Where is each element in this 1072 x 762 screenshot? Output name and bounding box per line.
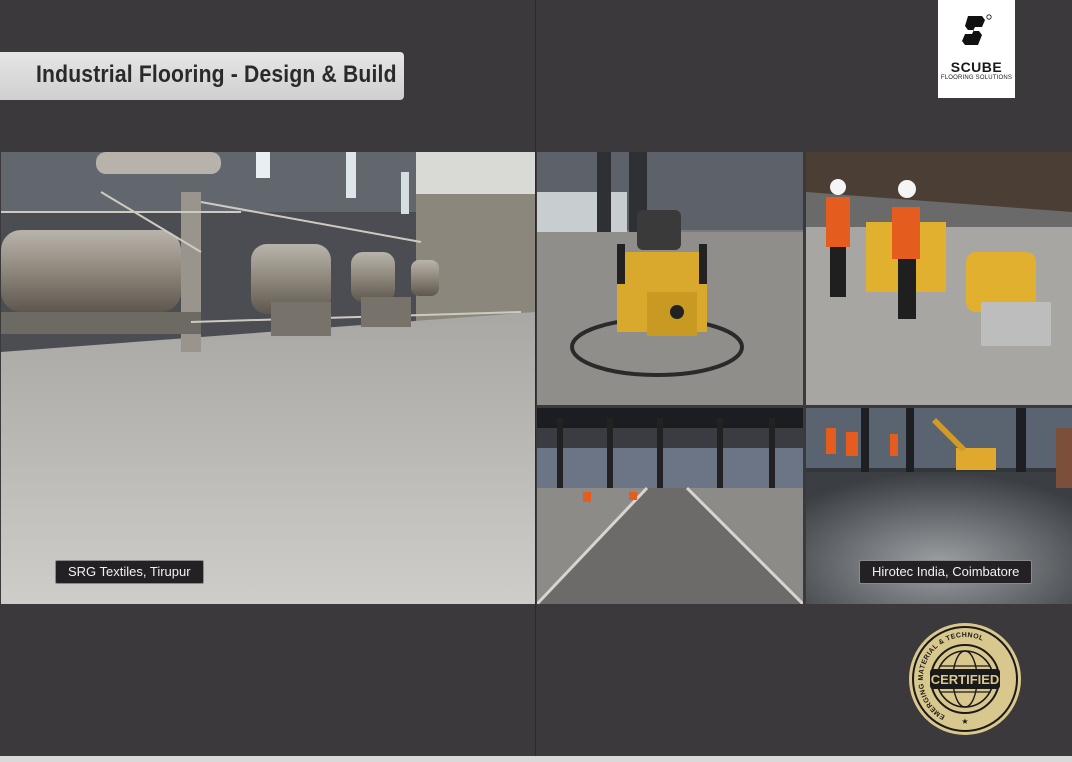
photo-polishing-floor: Hirotec India, Coimbatore bbox=[806, 408, 1072, 604]
logo-subtitle: FLOORING SOLUTIONS bbox=[940, 75, 1013, 81]
caption-srg-textiles: SRG Textiles, Tirupur bbox=[55, 560, 204, 584]
title-banner: Industrial Flooring - Design & Build bbox=[0, 52, 404, 100]
logo-name: SCUBE bbox=[950, 59, 1003, 75]
brochure-page: Industrial Flooring - Design & Build SCU… bbox=[0, 0, 1072, 762]
caption-hirotec: Hirotec India, Coimbatore bbox=[859, 560, 1033, 584]
scube-s-icon bbox=[962, 14, 992, 45]
seal-star-icon: ★ bbox=[961, 717, 968, 726]
scube-logo: SCUBE FLOORING SOLUTIONS bbox=[938, 0, 1015, 98]
photo-textile-plant: SRG Textiles, Tirupur bbox=[1, 152, 535, 604]
certified-seal: CERTIFIED EMERGING MATERIAL & TECHNOLOGY… bbox=[882, 608, 1022, 736]
photo-grinding-workers bbox=[806, 152, 1072, 405]
photo-power-trowel bbox=[537, 152, 803, 405]
page-fold bbox=[535, 0, 536, 762]
page-title: Industrial Flooring - Design & Build bbox=[36, 61, 397, 88]
bottom-strip bbox=[0, 756, 1072, 762]
seal-center-text: CERTIFIED bbox=[931, 672, 1000, 687]
photo-empty-warehouse bbox=[537, 408, 803, 604]
